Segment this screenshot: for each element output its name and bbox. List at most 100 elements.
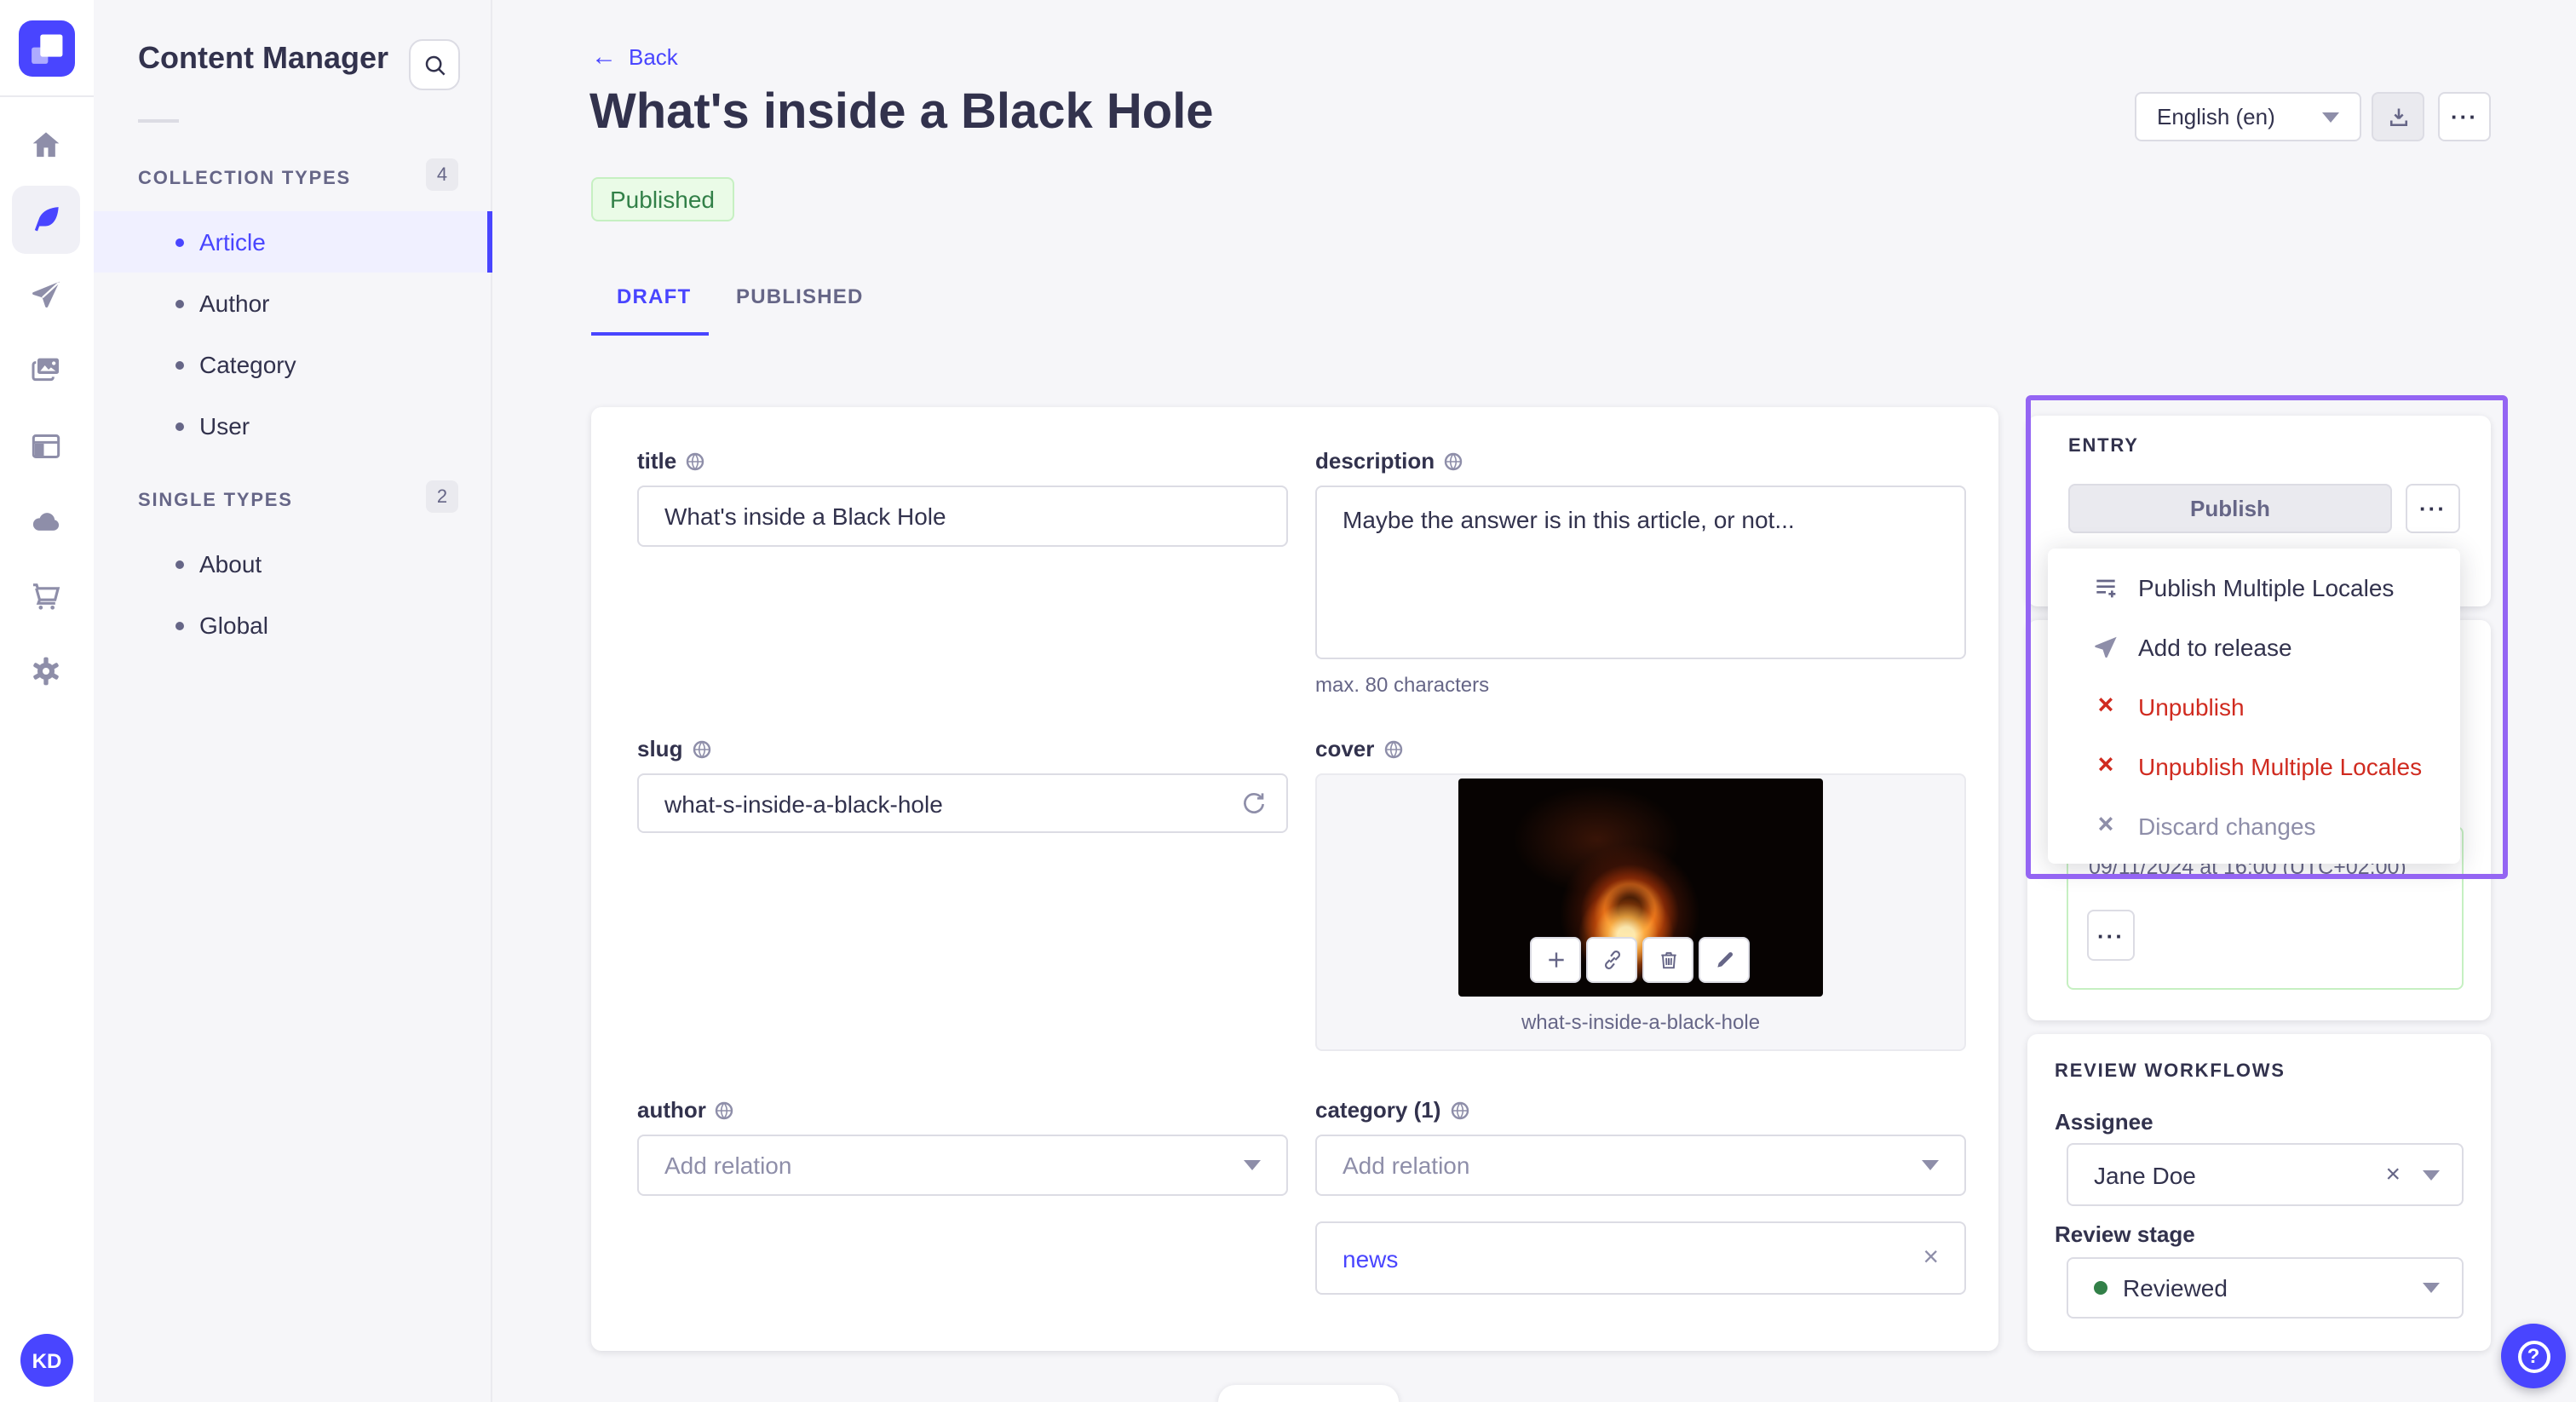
section-heading-collection-types: COLLECTION TYPES [138,169,352,189]
publish-button[interactable]: Publish [2068,484,2392,533]
field-label-text: category (1) [1315,1097,1441,1123]
slug-input[interactable] [637,773,1288,833]
menu-item-unpublish[interactable]: × Unpublish [2048,676,2460,736]
menu-item-unpublish-multiple-locales[interactable]: × Unpublish Multiple Locales [2048,736,2460,796]
avatar-initials: KD [32,1348,62,1372]
tab-published[interactable]: PUBLISHED [736,284,864,308]
menu-item-publish-multiple-locales[interactable]: Publish Multiple Locales [2048,557,2460,617]
title-input[interactable] [637,486,1288,547]
review-stage-combobox[interactable]: Reviewed [2067,1257,2464,1319]
feather-icon [34,207,59,232]
menu-item-discard-changes[interactable]: × Discard changes [2048,796,2460,855]
cover-delete-button[interactable] [1642,937,1693,983]
nav-media-library[interactable] [12,336,80,404]
locale-select[interactable]: English (en) [2135,92,2361,141]
home-icon [32,132,60,158]
field-label-text: slug [637,736,683,761]
floating-panel-edge [1218,1385,1399,1402]
single-types-count: 2 [426,480,458,513]
release-more-button[interactable]: ··· [2087,910,2135,961]
sidebar-item-global[interactable]: Global [94,595,492,656]
download-button[interactable] [2372,92,2424,141]
avatar[interactable]: KD [20,1334,73,1387]
link-icon [1603,951,1620,969]
icon-rail: KD [0,0,95,1402]
more-icon: ··· [2451,104,2478,129]
nav-releases[interactable] [12,261,80,329]
review-workflows-title: REVIEW WORKFLOWS [2055,1061,2286,1082]
tab-draft[interactable]: DRAFT [617,284,691,308]
app-window: KD Content Manager COLLECTION TYPES 4 Ar… [0,0,2576,1402]
remove-relation-button[interactable]: × [1923,1244,1939,1272]
back-arrow-icon: ← [591,43,617,72]
entry-actions-menu: Publish Multiple Locales Add to release … [2048,549,2460,864]
clear-assignee-button[interactable]: × [2385,1162,2401,1187]
sidebar-item-category[interactable]: Category [94,334,492,395]
field-label-text: title [637,448,677,474]
assignee-combobox[interactable]: Jane Doe × [2067,1143,2464,1206]
menu-item-label: Unpublish [2138,692,2245,720]
search-icon [424,55,445,75]
review-stage-value: Reviewed [2123,1274,2228,1301]
tab-draft-label: DRAFT [617,284,692,308]
page-title: What's inside a Black Hole [589,85,1214,140]
review-workflows-panel: REVIEW WORKFLOWS Assignee Jane Doe × Rev… [2027,1034,2491,1351]
gear-icon [33,657,59,686]
active-indicator [487,211,492,273]
author-placeholder: Add relation [664,1152,792,1179]
bullet-icon [175,360,184,369]
assignee-label: Assignee [2055,1109,2153,1135]
menu-item-label: Unpublish Multiple Locales [2138,752,2423,779]
sidebar-item-label: Author [199,290,270,317]
globe-icon [716,1100,734,1119]
help-button[interactable]: ? [2501,1324,2566,1388]
nav-content-manager[interactable] [12,186,80,254]
strapi-logo[interactable] [19,20,75,77]
search-button[interactable] [409,39,460,90]
nav-content-type-builder[interactable] [12,412,80,480]
sidebar-item-label: About [199,550,262,577]
sidebar-item-user[interactable]: User [94,395,492,457]
cover-copy-link-button[interactable] [1586,937,1637,983]
section-heading-single-types: SINGLE TYPES [138,491,293,511]
assignee-value: Jane Doe [2094,1161,2196,1188]
back-link[interactable]: ← Back [591,44,678,70]
nav-home[interactable] [12,111,80,179]
sidebar-item-article[interactable]: Article [94,211,492,273]
relation-link-news[interactable]: news [1343,1244,1398,1272]
chevron-down-icon [2423,1283,2440,1293]
cover-filename: what-s-inside-a-black-hole [1521,1010,1761,1034]
entry-more-button[interactable]: ··· [2406,484,2460,533]
header-more-button[interactable]: ··· [2438,92,2491,141]
help-icon: ? [2517,1340,2550,1372]
close-icon: × [2097,750,2114,779]
field-label-text: author [637,1097,706,1123]
sidebar-item-about[interactable]: About [94,533,492,595]
sidebar-item-label: User [199,412,250,440]
menu-item-label: Publish Multiple Locales [2138,573,2395,600]
menu-item-add-to-release[interactable]: Add to release [2048,617,2460,676]
edit-form-card: title description Maybe the answer is in… [591,407,1998,1351]
description-textarea[interactable]: Maybe the answer is in this article, or … [1315,486,1966,659]
nav-deploy[interactable] [12,487,80,555]
bullet-icon [175,238,184,246]
strapi-logo-mark [32,34,63,64]
tab-active-underline [591,332,709,336]
author-relation-combobox[interactable]: Add relation [637,1135,1288,1196]
cloud-icon [32,513,60,531]
list-plus-icon [2096,578,2116,597]
more-icon: ··· [2419,496,2447,521]
panel-title: Content Manager [138,41,389,75]
category-relation-combobox[interactable]: Add relation [1315,1135,1966,1196]
bullet-icon [175,422,184,430]
description-hint: max. 80 characters [1315,673,1490,697]
nav-marketplace[interactable] [12,562,80,630]
cover-add-button[interactable] [1530,937,1581,983]
cover-edit-button[interactable] [1699,937,1750,983]
sidebar-item-author[interactable]: Author [94,273,492,334]
cart-icon [33,583,60,610]
slug-regenerate-button[interactable] [1235,785,1273,823]
trash-icon [1660,951,1676,969]
nav-settings[interactable] [12,637,80,705]
locale-value: English (en) [2157,104,2275,129]
